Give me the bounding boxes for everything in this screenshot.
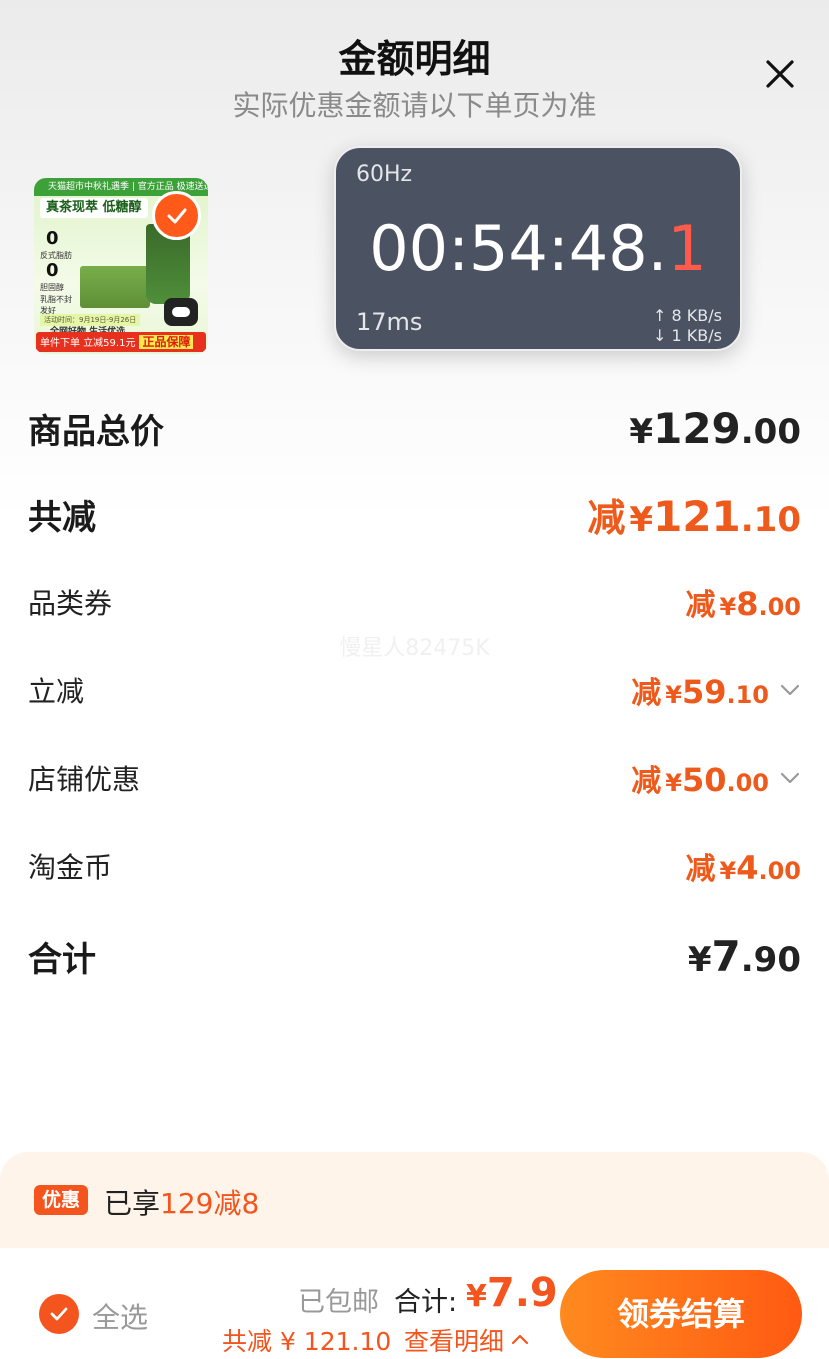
amount-decimal: .00 <box>758 857 801 885</box>
bottom-checkout-bar: 全选 已包邮 合计: ¥7.9 共减 ¥ 121.10 查看明细 领券结算 <box>0 1248 829 1359</box>
tmall-mascot-icon <box>164 298 198 326</box>
amount-integer: 121 <box>653 491 741 541</box>
product-headline: 真茶现萃 低糖醇 <box>40 198 148 218</box>
total-price-amount: ¥129.00 <box>629 404 801 453</box>
product-bottom-banner: 单件下单 立减59.1元 正品保障 <box>36 332 206 352</box>
row-label: 立减 <box>28 675 85 708</box>
product-bottom-badge: 正品保障 <box>139 335 194 349</box>
currency-symbol: ¥ <box>719 857 737 885</box>
network-speed: ↑ 8 KB/s ↓ 1 KB/s <box>653 306 722 346</box>
amount-decimal: .00 <box>758 593 801 621</box>
amount-integer: 7 <box>711 931 741 981</box>
row-total-discount: 共减 减 ¥121.10 <box>28 486 801 542</box>
checkmark-icon <box>167 208 186 223</box>
chevron-up-icon <box>511 1334 529 1345</box>
currency-symbol: ¥ <box>665 769 682 797</box>
amount-decimal: .10 <box>740 499 801 540</box>
row-category-coupon: 品类券 减 ¥8.00 <box>28 574 801 630</box>
shipping-label: 已包邮 <box>298 1287 379 1318</box>
taojin-coins-amount: 减 ¥4.00 <box>686 844 801 888</box>
amount-decimal: .10 <box>726 681 769 709</box>
amount-integer: 59 <box>681 673 727 711</box>
discount-prefix: 减 <box>587 495 626 540</box>
upload-speed: ↑ 8 KB/s <box>653 306 722 325</box>
page-subtitle: 实际优惠金额请以下单页为准 <box>232 89 597 122</box>
product-stat-1: 0 <box>46 228 59 249</box>
timer-clock: 00:54:48.1 <box>336 212 740 285</box>
total-label: 合计: <box>394 1287 458 1318</box>
currency-symbol: ¥ <box>719 593 737 621</box>
download-speed: ↓ 1 KB/s <box>653 326 722 345</box>
timer-clock-main: 00:54:48. <box>369 212 668 285</box>
grand-total-amount: ¥7.90 <box>688 932 801 981</box>
close-icon[interactable] <box>762 56 798 92</box>
row-label: 店铺优惠 <box>28 763 141 796</box>
product-stat-2-label: 胆固醇 <box>40 283 64 292</box>
amount-integer: 8 <box>736 585 759 623</box>
currency-symbol: ¥ <box>687 939 712 980</box>
row-grand-total: 合计 ¥7.90 <box>28 928 801 984</box>
currency-symbol: ¥ <box>629 499 654 540</box>
currency-symbol: ¥ <box>466 1279 487 1314</box>
total-discount-amount: 减 ¥121.10 <box>587 487 801 542</box>
watermark: 慢星人82475K <box>339 636 490 661</box>
row-instant-discount[interactable]: 立减 减 ¥59.10 <box>28 662 801 718</box>
amount-integer: 4 <box>736 849 759 887</box>
currency-symbol: ¥ <box>665 681 682 709</box>
row-label: 商品总价 <box>28 411 164 452</box>
currency-symbol: ¥ <box>629 411 654 452</box>
view-details-label: 查看明细 <box>404 1327 505 1356</box>
row-label: 共减 <box>28 497 96 538</box>
view-details-link[interactable]: 查看明细 <box>404 1322 530 1358</box>
amount-integer: 129 <box>653 403 741 453</box>
store-discount-amount: 减 ¥50.00 <box>631 756 801 800</box>
total-value: 7.9 <box>486 1270 558 1316</box>
amount-decimal: .00 <box>740 411 801 452</box>
discount-prefix: 减 <box>685 588 716 623</box>
promo-text-prefix: 已享 <box>104 1187 161 1220</box>
row-label: 品类券 <box>28 587 113 620</box>
instant-discount-amount: 减 ¥59.10 <box>631 668 801 712</box>
promo-text: 已享129减8 <box>104 1182 259 1222</box>
fps-timer-overlay: 60Hz 00:54:48.1 17ms ↑ 8 KB/s ↓ 1 KB/s <box>334 146 742 351</box>
row-label: 淘金币 <box>28 851 113 884</box>
product-box-image <box>80 266 150 308</box>
row-total-price: 商品总价 ¥129.00 <box>28 400 801 456</box>
refresh-rate: 60Hz <box>356 162 413 187</box>
product-select-checkbox[interactable] <box>152 191 201 240</box>
promo-text-highlight: 129减8 <box>160 1187 260 1220</box>
amount-decimal: .90 <box>740 939 801 980</box>
amount-integer: 50 <box>681 761 727 799</box>
product-stat-3-label: 乳脂不封 发好 <box>40 295 72 315</box>
checkout-button[interactable]: 领券结算 <box>560 1270 802 1358</box>
promo-bar: 优惠 已享129减8 <box>0 1152 829 1248</box>
discount-prefix: 减 <box>631 764 662 799</box>
discount-prefix: 减 <box>631 676 662 711</box>
timer-clock-last-digit: 1 <box>667 212 707 285</box>
checkmark-icon <box>50 1307 68 1321</box>
latency: 17ms <box>356 308 423 336</box>
product-stat-2: 0 <box>46 260 59 281</box>
promo-tag: 优惠 <box>34 1185 88 1215</box>
saved-amount: 共减 ¥ 121.10 <box>222 1327 392 1356</box>
chevron-down-icon[interactable] <box>779 767 801 789</box>
row-label: 合计 <box>28 939 96 980</box>
category-coupon-amount: 减 ¥8.00 <box>686 580 801 624</box>
total-amount: ¥7.9 <box>466 1270 558 1316</box>
page-title: 金额明细 <box>338 37 491 81</box>
amount-decimal: .00 <box>726 769 769 797</box>
select-all-checkbox[interactable] <box>39 1294 79 1334</box>
chevron-down-icon[interactable] <box>779 679 801 701</box>
discount-prefix: 减 <box>685 852 716 887</box>
product-bottom-text: 单件下单 立减59.1元 <box>40 338 136 349</box>
select-all-label[interactable]: 全选 <box>92 1296 148 1336</box>
row-taojin-coins: 淘金币 减 ¥4.00 <box>28 838 801 894</box>
row-store-discount[interactable]: 店铺优惠 减 ¥50.00 <box>28 750 801 806</box>
